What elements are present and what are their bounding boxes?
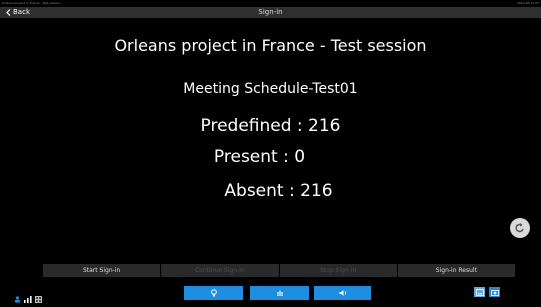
page-title: Sign-in <box>258 8 283 16</box>
volume-button[interactable] <box>314 286 371 300</box>
meeting-name: Meeting Schedule-Test01 <box>183 81 358 97</box>
bulb-icon <box>210 289 217 297</box>
hand-button[interactable] <box>250 286 309 300</box>
refresh-icon <box>515 223 524 233</box>
grid-icon[interactable] <box>35 288 42 307</box>
nav-left-icons <box>14 288 42 307</box>
refresh-button[interactable] <box>510 218 530 238</box>
status-strip: Orleans project in France - Test session… <box>0 0 541 6</box>
camera-icon[interactable] <box>489 287 500 297</box>
status-left-text: Orleans project in France - Test session <box>2 1 61 5</box>
nav-right-icons <box>474 287 500 297</box>
continue-signin-button[interactable]: Continue Sign-in <box>161 264 279 277</box>
bulb-button[interactable] <box>184 286 243 300</box>
status-right-text: 2023-08 11:27 <box>516 1 539 5</box>
action-bar: Start Sign-in Continue Sign-in Stop Sign… <box>43 264 515 277</box>
start-signin-button[interactable]: Start Sign-in <box>43 264 161 277</box>
header-bar: Back Sign-in <box>0 7 541 18</box>
stop-signin-button[interactable]: Stop Sign-in <box>279 264 397 277</box>
signin-result-button[interactable]: Sign-in Result <box>397 264 515 277</box>
volume-icon <box>339 290 346 296</box>
person-icon[interactable] <box>14 288 21 307</box>
hand-icon <box>276 290 283 296</box>
keyboard-icon[interactable] <box>474 287 485 297</box>
present-count: Present : 0 <box>213 147 306 167</box>
signal-bars-icon[interactable] <box>24 288 32 307</box>
predefined-count: Predefined : 216 <box>200 116 341 136</box>
absent-count: Absent : 216 <box>224 181 333 201</box>
session-title: Orleans project in France - Test session <box>114 36 427 55</box>
